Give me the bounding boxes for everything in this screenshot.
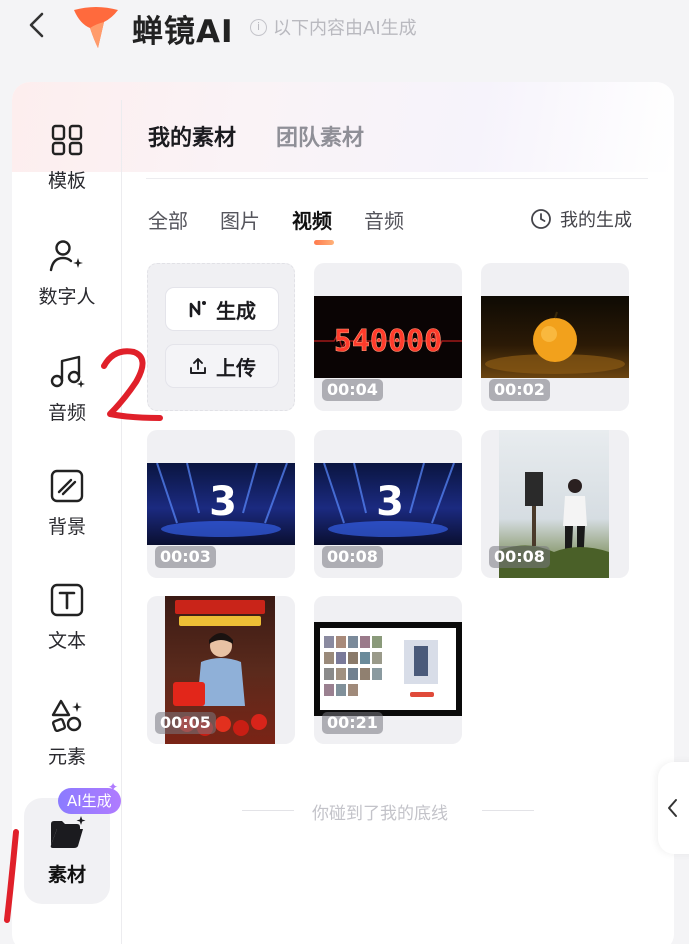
sidebar-item-label: 音频 (47, 402, 86, 424)
sidebar-item-text[interactable]: 文本 (12, 580, 122, 680)
upload-icon (190, 358, 206, 374)
sidebar-item-elements[interactable]: 元素 (12, 696, 122, 796)
media-thumbnail: 3 (314, 463, 462, 545)
media-thumbnail: 540000 (314, 296, 462, 378)
end-of-list-text: 你碰到了我的底线 (312, 804, 448, 824)
brand-logo-icon (74, 7, 118, 48)
duration-badge: 00:04 (322, 379, 383, 401)
filter-audio[interactable]: 音频 (364, 205, 404, 234)
ai-notice-text: 以下内容由AI生成 (273, 18, 417, 39)
sidebar-item-audio[interactable]: 音频 (12, 352, 122, 452)
sidebar-item-digital-human[interactable]: 数字人 (12, 236, 122, 336)
sidebar-item-label: 模板 (47, 170, 86, 192)
duration-badge: 00:08 (322, 546, 383, 568)
chevron-left-icon (668, 799, 677, 817)
top-bar: 蝉镜AI i 以下内容由AI生成 (0, 0, 689, 56)
my-generations-link[interactable]: 我的生成 (530, 206, 632, 232)
background-pattern-icon (50, 469, 84, 503)
grid-layout-icon (51, 124, 83, 156)
duration-badge: 00:21 (322, 712, 383, 734)
sidebar-item-label: 元素 (47, 746, 86, 768)
brand-name: 蝉镜AI (132, 14, 234, 50)
generate-button[interactable]: 生成 (165, 287, 279, 331)
duration-badge: 00:05 (155, 712, 216, 734)
clock-icon (531, 209, 551, 229)
filter-tabs: 全部 图片 视频 音频 (148, 205, 404, 234)
tab-team-materials[interactable]: 团队素材 (276, 120, 364, 152)
duration-badge: 00:03 (155, 546, 216, 568)
filter-all[interactable]: 全部 (148, 205, 188, 234)
sidebar-item-background[interactable]: 背景 (12, 466, 122, 566)
sidebar-item-templates[interactable]: 模板 (12, 120, 122, 220)
media-thumbnail (314, 622, 462, 716)
tab-my-materials[interactable]: 我的素材 (148, 120, 236, 152)
sidebar-item-label: 文本 (47, 630, 86, 652)
sidebar-item-label: 素材 (47, 864, 86, 886)
end-divider-left (242, 810, 294, 811)
section-tabs: 我的素材 团队素材 (148, 120, 364, 152)
countdown-text: 3 (376, 479, 404, 525)
filter-videos[interactable]: 视频 (292, 205, 332, 234)
back-button[interactable] (22, 10, 52, 40)
media-item[interactable]: 00:05 (147, 596, 295, 744)
shapes-icon (51, 699, 82, 733)
duration-badge: 00:08 (489, 546, 550, 568)
person-sparkle-icon (49, 240, 83, 272)
ai-logo-icon (189, 300, 206, 318)
text-box-icon (50, 583, 84, 617)
sidebar-item-label: 背景 (47, 516, 86, 538)
info-icon: i (250, 18, 267, 36)
active-filter-indicator (314, 240, 334, 245)
media-thumbnail (481, 296, 629, 378)
media-item[interactable]: 00:21 (314, 596, 462, 744)
end-divider-right (482, 810, 534, 811)
generate-label: 生成 (216, 298, 256, 323)
filter-images[interactable]: 图片 (220, 205, 260, 234)
ai-notice: i 以下内容由AI生成 (250, 14, 417, 40)
sparkle-icon: ✦ (108, 780, 119, 794)
chevron-left-icon (29, 12, 44, 38)
create-card: 生成 上传 (147, 263, 295, 411)
collapse-panel-button[interactable] (658, 762, 689, 854)
upload-button[interactable]: 上传 (165, 344, 279, 388)
media-item[interactable]: 00:08 (481, 430, 629, 578)
countdown-text: 3 (209, 479, 237, 525)
media-item[interactable]: 540000 00:04 (314, 263, 462, 411)
divider (146, 178, 648, 179)
media-thumbnail: 3 (147, 463, 295, 545)
media-item[interactable]: 3 00:03 (147, 430, 295, 578)
sidebar: 模板 数字人 音频 背景 文本 元素 素材 (12, 100, 122, 944)
my-generations-label: 我的生成 (560, 210, 632, 231)
neon-counter-text: 540000 (334, 324, 442, 359)
upload-label: 上传 (216, 355, 256, 380)
media-item[interactable]: 3 00:08 (314, 430, 462, 578)
folder-sparkle-icon (50, 816, 86, 848)
duration-badge: 00:02 (489, 379, 550, 401)
media-item[interactable]: 00:02 (481, 263, 629, 411)
sidebar-item-label: 数字人 (38, 286, 96, 308)
music-note-icon (50, 355, 85, 388)
